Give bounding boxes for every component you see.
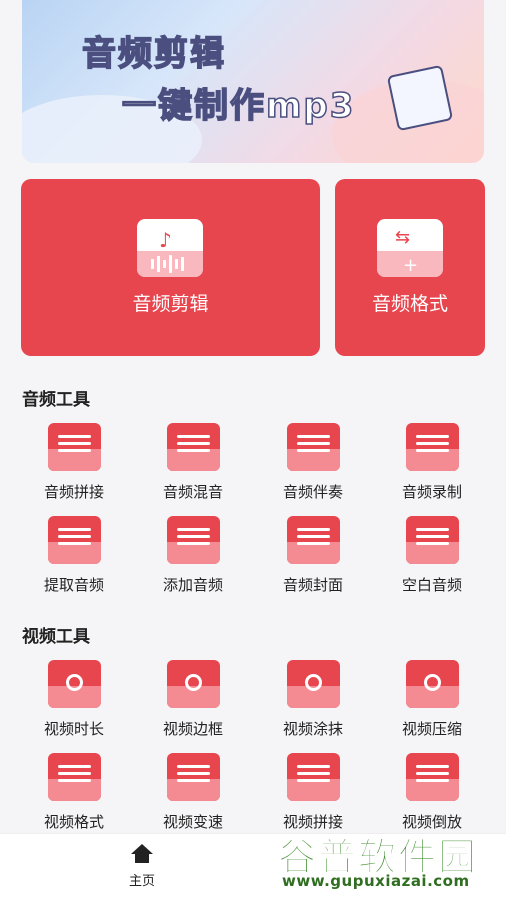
- tool-video-duration[interactable]: 视频时长: [19, 660, 129, 739]
- tool-video-speed[interactable]: 视频变速: [138, 753, 248, 832]
- tool-audio-merge[interactable]: 音频拼接: [19, 423, 129, 502]
- file-icon: [286, 423, 340, 471]
- clock-icon: [47, 660, 101, 708]
- tool-audio-record[interactable]: 音频录制: [377, 423, 487, 502]
- tool-audio-accompaniment[interactable]: 音频伴奏: [258, 423, 368, 502]
- tool-blank-audio[interactable]: 空白音频: [377, 516, 487, 595]
- nav-home[interactable]: 主页: [112, 844, 172, 889]
- add-icon: [166, 516, 220, 564]
- tool-label: 视频格式: [43, 813, 104, 831]
- mixer-icon: [166, 423, 220, 471]
- tool-extract-audio[interactable]: 提取音频: [19, 516, 129, 595]
- audio-format-icon: ⇆ +: [377, 219, 443, 277]
- svg-text:⇆: ⇆: [395, 227, 410, 248]
- tool-label: 音频录制: [401, 483, 462, 501]
- tool-label: 视频压缩: [401, 720, 462, 738]
- tool-add-audio[interactable]: 添加音频: [138, 516, 248, 595]
- tool-audio-cover[interactable]: 音频封面: [258, 516, 368, 595]
- card-label: 音频剪辑: [132, 293, 209, 315]
- plus-stack-icon: [286, 753, 340, 801]
- tool-label: 视频时长: [43, 720, 104, 738]
- tool-video-format[interactable]: 视频格式: [19, 753, 129, 832]
- nav-home-label: 主页: [128, 874, 155, 889]
- section-title-video-tools: 视频工具: [22, 627, 90, 647]
- extract-icon: [47, 516, 101, 564]
- compress-icon: [405, 660, 459, 708]
- audio-format-card[interactable]: ⇆ + 音频格式: [335, 179, 485, 356]
- tool-audio-mix[interactable]: 音频混音: [138, 423, 248, 502]
- site-watermark: 谷普软件园 www.gupuxiazai.com: [277, 820, 506, 900]
- watermark-url: www.gupuxiazai.com: [282, 872, 470, 890]
- tool-label: 添加音频: [162, 576, 223, 594]
- home-icon: [131, 844, 153, 864]
- section-title-audio-tools: 音频工具: [22, 390, 90, 410]
- tool-label: 提取音频: [43, 576, 104, 594]
- wallet-icon: [405, 516, 459, 564]
- banner-subheadline: 一键制作mp3: [121, 85, 356, 127]
- speed-folder-icon: [166, 753, 220, 801]
- folder-star-icon: [286, 660, 340, 708]
- svg-text:+: +: [403, 255, 418, 276]
- card-label: 音频格式: [371, 293, 448, 315]
- document-icon: [47, 753, 101, 801]
- tool-label: 音频伴奏: [282, 483, 343, 501]
- banner-headline: 音频剪辑: [81, 33, 226, 75]
- audio-edit-icon: ♪: [137, 219, 203, 277]
- audio-edit-card[interactable]: ♪ 音频剪辑: [21, 179, 320, 356]
- tool-label: 视频涂抹: [282, 720, 343, 738]
- tool-video-compress[interactable]: 视频压缩: [377, 660, 487, 739]
- tool-label: 音频混音: [162, 483, 223, 501]
- tool-label: 视频变速: [162, 813, 223, 831]
- clapper-icon: [166, 660, 220, 708]
- cube-mascot-icon: [386, 64, 454, 132]
- reverse-icon: [405, 753, 459, 801]
- hero-banner[interactable]: 音频剪辑 一键制作mp3: [22, 0, 484, 163]
- tool-label: 音频封面: [282, 576, 343, 594]
- tool-label: 音频拼接: [43, 483, 104, 501]
- envelope-icon: [286, 516, 340, 564]
- svg-text:♪: ♪: [159, 228, 172, 252]
- tool-video-border[interactable]: 视频边框: [138, 660, 248, 739]
- waveform-icon: [405, 423, 459, 471]
- tool-video-smear[interactable]: 视频涂抹: [258, 660, 368, 739]
- tool-label: 空白音频: [401, 576, 462, 594]
- folder-list-icon: [47, 423, 101, 471]
- tool-label: 视频边框: [162, 720, 223, 738]
